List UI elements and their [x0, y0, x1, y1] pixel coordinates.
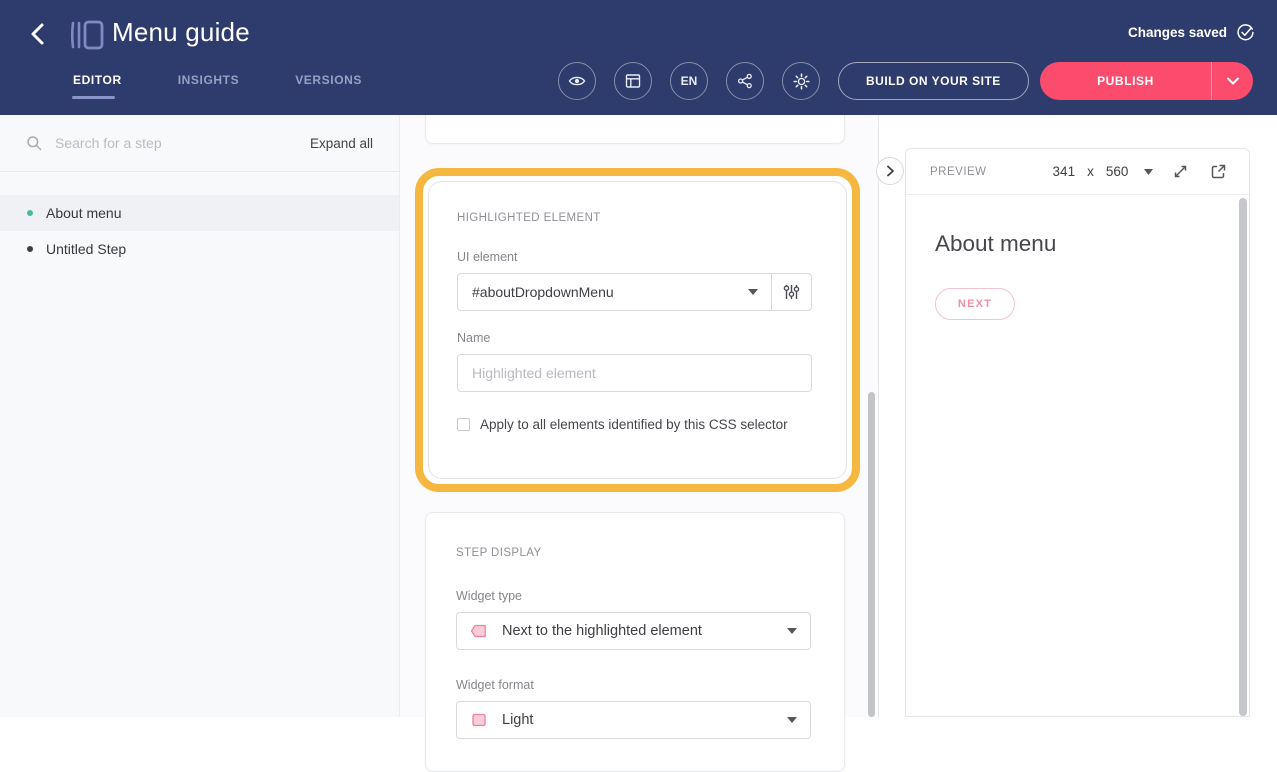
step-status-dot — [27, 210, 33, 216]
ui-element-value: #aboutDropdownMenu — [472, 284, 748, 300]
ui-element-select[interactable]: #aboutDropdownMenu — [457, 273, 772, 311]
panel-divider — [878, 115, 879, 717]
tab-editor[interactable]: EDITOR — [73, 73, 122, 107]
checkbox-unchecked[interactable] — [457, 418, 470, 431]
tab-insights[interactable]: INSIGHTS — [178, 73, 239, 107]
step-search-row: Expand all — [0, 115, 399, 172]
share-button[interactable] — [726, 62, 764, 100]
step-item-label: Untitled Step — [46, 241, 126, 257]
tab-insights-label: INSIGHTS — [178, 73, 239, 87]
build-on-your-site-button[interactable]: BUILD ON YOUR SITE — [838, 62, 1029, 100]
step-item-label: About menu — [46, 205, 122, 221]
expand-preview-button[interactable] — [1172, 163, 1189, 180]
preview-size-dropdown[interactable]: 341 x 560 — [1053, 164, 1154, 179]
active-tab-underline — [72, 96, 115, 99]
highlighted-element-card: HIGHLIGHTED ELEMENT UI element #aboutDro… — [428, 181, 847, 479]
callout-widget-icon — [469, 710, 489, 730]
search-icon — [26, 135, 42, 151]
widget-type-label: Widget type — [456, 589, 814, 603]
step-item-about-menu[interactable]: About menu — [0, 195, 399, 231]
search-input[interactable] — [55, 135, 310, 151]
editor-scrollbar-thumb[interactable] — [868, 392, 875, 717]
preview-scrollbar-thumb[interactable] — [1239, 198, 1247, 716]
expand-all-link[interactable]: Expand all — [310, 136, 373, 151]
widget-type-select[interactable]: Next to the highlighted element — [456, 612, 811, 650]
tune-sliders-icon — [782, 283, 801, 301]
save-status: Changes saved — [1128, 23, 1255, 42]
top-navbar: Menu guide EDITOR INSIGHTS VERSIONS EN — [0, 0, 1277, 115]
save-status-text: Changes saved — [1128, 25, 1227, 40]
publish-button[interactable]: PUBLISH — [1040, 62, 1211, 100]
open-in-new-window-button[interactable] — [1210, 163, 1227, 180]
step-display-card: STEP DISPLAY Widget type Next to the hig… — [425, 512, 845, 772]
chevron-down-icon — [748, 289, 758, 295]
steps-sidebar: Expand all About menu Untitled Step — [0, 115, 400, 717]
layout-icon — [625, 73, 641, 89]
publish-dropdown-toggle[interactable] — [1211, 62, 1253, 100]
preview-header: PREVIEW 341 x 560 — [906, 149, 1249, 195]
ui-element-label: UI element — [457, 250, 818, 264]
header-tabs: EDITOR INSIGHTS VERSIONS — [73, 73, 362, 107]
app-logo-icon — [68, 17, 106, 53]
share-icon — [737, 73, 753, 89]
section-heading: STEP DISPLAY — [456, 547, 814, 559]
widget-format-select[interactable]: Light — [456, 701, 811, 739]
publish-split-button[interactable]: PUBLISH — [1040, 62, 1253, 100]
widget-type-value: Next to the highlighted element — [502, 623, 787, 639]
settings-button[interactable] — [782, 62, 820, 100]
highlighted-element-name-input[interactable] — [457, 354, 812, 392]
chevron-down-icon — [1144, 169, 1153, 175]
name-label: Name — [457, 331, 818, 345]
element-selector-settings-button[interactable] — [772, 273, 812, 311]
language-button[interactable]: EN — [670, 62, 708, 100]
tab-versions[interactable]: VERSIONS — [295, 73, 362, 107]
next-button[interactable]: NEXT — [935, 288, 1015, 320]
preview-heading: PREVIEW — [930, 166, 987, 178]
step-status-dot — [27, 246, 33, 252]
apply-to-all-label: Apply to all elements identified by this… — [480, 417, 788, 432]
external-link-icon — [1210, 163, 1227, 180]
highlighted-element-card-focus-ring: HIGHLIGHTED ELEMENT UI element #aboutDro… — [415, 168, 860, 492]
callout-widget-icon — [469, 621, 489, 641]
preview-width-value: 341 — [1053, 164, 1076, 179]
expand-arrows-icon — [1172, 163, 1189, 180]
preview-panel: PREVIEW 341 x 560 About menu NEXT — [905, 148, 1250, 717]
preview-height-value: 560 — [1106, 164, 1129, 179]
eye-icon — [568, 73, 586, 89]
build-on-your-site-label: BUILD ON YOUR SITE — [866, 74, 1001, 88]
tab-editor-label: EDITOR — [73, 73, 122, 87]
layout-button[interactable] — [614, 62, 652, 100]
chevron-down-icon — [1226, 76, 1240, 86]
chevron-down-icon — [787, 717, 797, 723]
step-editor-panel: HIGHLIGHTED ELEMENT UI element #aboutDro… — [400, 115, 878, 717]
step-item-untitled-step[interactable]: Untitled Step — [0, 231, 399, 267]
back-icon[interactable] — [28, 22, 48, 46]
section-heading: HIGHLIGHTED ELEMENT — [457, 212, 818, 224]
gear-icon — [793, 73, 810, 90]
preview-step-title: About menu — [935, 231, 1249, 257]
collapse-preview-button[interactable] — [876, 157, 904, 185]
widget-format-label: Widget format — [456, 678, 814, 692]
language-badge: EN — [681, 74, 698, 88]
apply-to-all-checkbox-row[interactable]: Apply to all elements identified by this… — [457, 417, 818, 432]
size-separator: x — [1087, 164, 1094, 179]
check-circle-icon — [1236, 23, 1255, 42]
widget-format-value: Light — [502, 712, 787, 728]
chevron-down-icon — [787, 628, 797, 634]
preview-eye-button[interactable] — [558, 62, 596, 100]
tab-versions-label: VERSIONS — [295, 73, 362, 87]
chevron-right-icon — [885, 165, 896, 177]
step-list: About menu Untitled Step — [0, 195, 399, 267]
page-title: Menu guide — [112, 17, 250, 48]
